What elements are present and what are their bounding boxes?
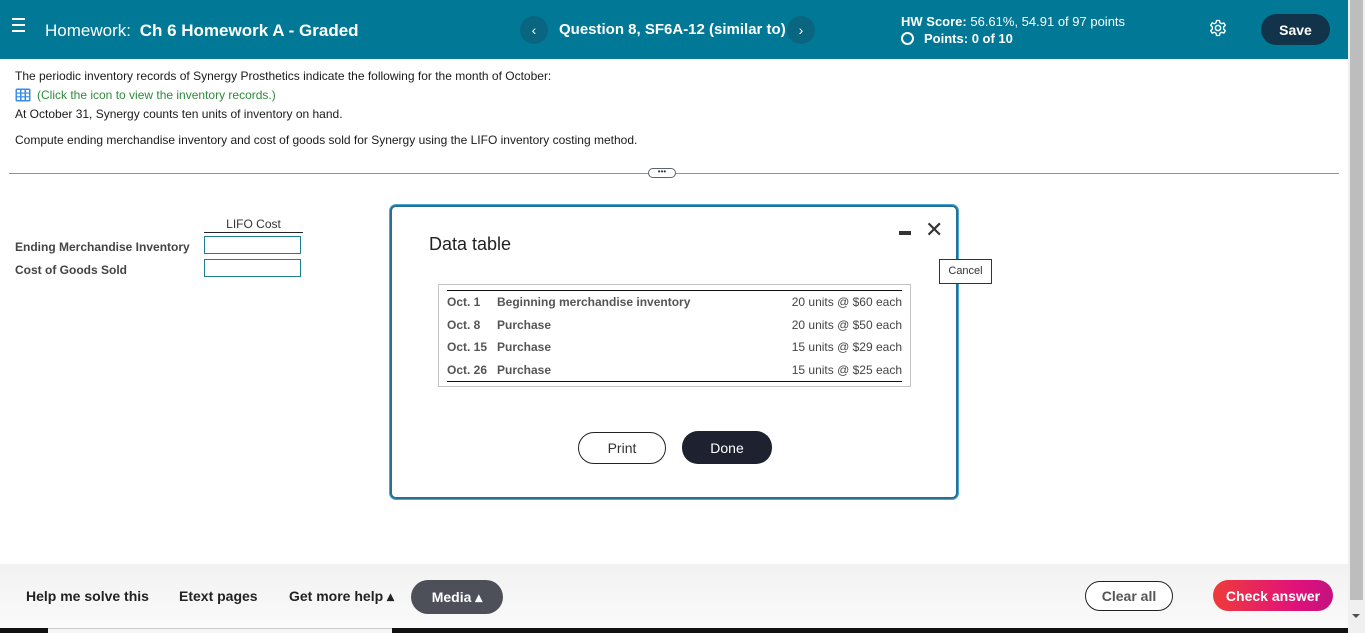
ending-inventory-label: Ending Merchandise Inventory (15, 240, 190, 254)
done-button[interactable]: Done (682, 431, 772, 464)
homework-heading: Homework: Ch 6 Homework A - Graded (45, 21, 359, 41)
table-grid-icon[interactable] (15, 88, 31, 102)
points-value: 0 of 10 (971, 31, 1013, 46)
divider-handle[interactable]: ••• (648, 168, 676, 178)
clear-all-button[interactable]: Clear all (1085, 581, 1173, 611)
lifo-cost-header: LIFO Cost (204, 217, 303, 233)
table-row: Oct. 1 Beginning merchandise inventory 2… (447, 291, 902, 314)
homework-prefix: Homework: (45, 21, 131, 40)
link-text[interactable]: (Click the icon to view the inventory re… (37, 88, 276, 102)
row-detail: 15 units @ $29 each (791, 340, 902, 355)
table-row: Oct. 15 Purchase 15 units @ $29 each (447, 336, 902, 359)
row-description: Purchase (497, 362, 552, 377)
question-label: Question 8, SF6A-12 (similar to) (559, 21, 786, 38)
dialog-title: Data table (429, 234, 512, 254)
inventory-table: Oct. 1 Beginning merchandise inventory 2… (438, 284, 911, 387)
table-row: Oct. 8 Purchase 20 units @ $50 each (447, 314, 902, 337)
cogs-input[interactable] (204, 259, 301, 277)
question-count-note: At October 31, Synergy counts ten units … (15, 107, 343, 121)
cancel-tooltip: Cancel (939, 259, 992, 284)
cogs-label: Cost of Goods Sold (15, 263, 127, 277)
minimize-icon[interactable] (899, 231, 911, 235)
data-table-dialog: Data table ✕ Oct. 1 Beginning merchandis… (390, 205, 958, 499)
row-description: Beginning merchandise inventory (497, 295, 691, 310)
scrollbar-thumb[interactable] (1350, 0, 1363, 600)
top-header: Homework: Ch 6 Homework A - Graded ‹ Que… (0, 0, 1348, 59)
ending-inventory-input[interactable] (204, 236, 301, 254)
media-menu-button[interactable]: Media ▴ (411, 580, 503, 614)
next-question-button[interactable]: › (787, 16, 815, 44)
hw-score-value: 56.61%, 54.91 of 97 points (970, 14, 1126, 29)
close-icon[interactable]: ✕ (925, 219, 943, 241)
row-date: Oct. 26 (447, 362, 488, 377)
gear-icon[interactable] (1209, 19, 1227, 37)
chevron-left-icon: ‹ (531, 22, 537, 38)
hw-score-label: HW Score: (901, 14, 967, 29)
view-inventory-records-link[interactable]: (Click the icon to view the inventory re… (15, 88, 276, 102)
save-button[interactable]: Save (1261, 14, 1330, 45)
page-scrollbar[interactable] (1348, 0, 1365, 633)
homework-title: Ch 6 Homework A - Graded (139, 21, 359, 40)
menu-icon[interactable] (12, 18, 26, 32)
table-row: Oct. 26 Purchase 15 units @ $25 each (447, 359, 902, 382)
circle-status-icon (901, 32, 914, 45)
taskbar-segment (48, 628, 392, 633)
chevron-right-icon: › (798, 22, 804, 38)
row-date: Oct. 8 (447, 317, 481, 332)
check-answer-button[interactable]: Check answer (1213, 580, 1333, 611)
row-detail: 20 units @ $60 each (791, 295, 902, 310)
points-label: Points: (924, 31, 969, 46)
scroll-down-arrow-icon[interactable] (1352, 614, 1360, 618)
print-button[interactable]: Print (578, 432, 666, 464)
row-description: Purchase (497, 340, 552, 355)
help-me-solve-link[interactable]: Help me solve this (26, 588, 149, 604)
question-intro: The periodic inventory records of Synerg… (15, 69, 552, 83)
points: Points: 0 of 10 (901, 31, 1125, 46)
get-more-help-menu[interactable]: Get more help ▴ (289, 588, 394, 605)
etext-pages-link[interactable]: Etext pages (179, 588, 258, 604)
row-detail: 20 units @ $50 each (791, 317, 902, 332)
question-instruction: Compute ending merchandise inventory and… (15, 133, 638, 147)
previous-question-button[interactable]: ‹ (520, 16, 548, 44)
row-detail: 15 units @ $25 each (791, 362, 902, 377)
hw-score: HW Score: 56.61%, 54.91 of 97 points (901, 14, 1125, 29)
row-date: Oct. 15 (447, 340, 488, 355)
score-block: HW Score: 56.61%, 54.91 of 97 points Poi… (901, 14, 1125, 46)
row-description: Purchase (497, 317, 552, 332)
row-date: Oct. 1 (447, 295, 481, 310)
